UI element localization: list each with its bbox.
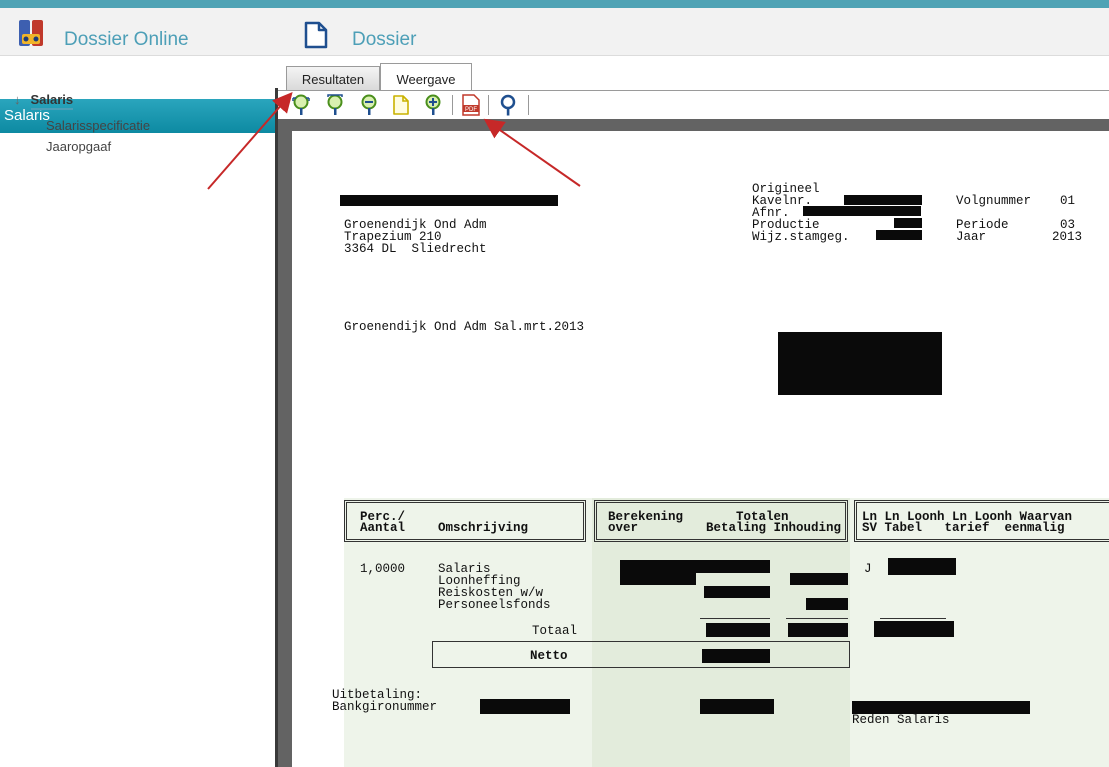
redacted-amount (788, 623, 848, 637)
redacted-amount (620, 573, 696, 585)
redacted-block (340, 195, 558, 206)
header-aantal: Aantal (360, 521, 406, 535)
toolbar-separator (488, 95, 489, 115)
section-title: Dossier (352, 29, 417, 50)
meta-right-label: Jaar (956, 230, 987, 244)
sidebar-item-salarisspecificatie[interactable]: Salarisspecificatie (46, 118, 150, 133)
redacted-amount (874, 621, 954, 637)
total-underline (700, 618, 770, 619)
redacted-block (803, 206, 921, 216)
document-subject: Groenendijk Ond Adm Sal.mrt.2013 (344, 320, 585, 334)
redacted-amount (790, 573, 848, 585)
redacted-recipient-block (778, 332, 942, 395)
totaal-label: Totaal (532, 624, 578, 638)
page-icon[interactable] (390, 94, 412, 116)
row-aantal: 1,0000 (360, 562, 406, 576)
row-omschrijving: Personeelsfonds (438, 598, 551, 612)
dossier-online-logo-icon (19, 20, 43, 46)
reden-label: Reden Salaris (852, 713, 950, 727)
total-underline (786, 618, 848, 619)
redacted-amount (702, 649, 770, 663)
zoom-fit-icon[interactable] (290, 94, 312, 116)
row-ln-sv: J (864, 562, 872, 576)
redacted-amount (704, 586, 770, 598)
meta-right-value: 2013 (1052, 230, 1083, 244)
zoom-plus-icon[interactable] (422, 94, 444, 116)
meta-label-wijz-stamgeg: Wijz.stamgeg. (752, 230, 850, 244)
sender-line: 3364 DL Sliedrecht (344, 242, 487, 256)
search-icon[interactable] (497, 94, 519, 116)
tree-root-label: Salaris (30, 92, 74, 110)
tab-resultaten[interactable]: Resultaten (286, 66, 380, 91)
redacted-block (894, 218, 922, 228)
document-icon (304, 21, 328, 49)
redacted-amount (806, 598, 848, 610)
total-underline (880, 618, 946, 619)
top-accent-stripe (0, 0, 1109, 8)
redacted-block (844, 195, 922, 205)
document-page: Origineel Kavelnr. Afnr. Productie Wijz.… (292, 131, 1109, 767)
zoom-out-icon[interactable] (358, 94, 380, 116)
app-header: Dossier Online Dossier (0, 8, 1109, 56)
meta-right-label: Volgnummer (956, 194, 1032, 208)
zoom-in-icon[interactable] (324, 94, 346, 116)
pdf-icon-label: PDF (465, 107, 477, 113)
header-omschrijving: Omschrijving (438, 521, 529, 535)
expand-arrow-icon[interactable]: ↓ (14, 92, 21, 107)
netto-label: Netto (530, 649, 568, 663)
sidebar: Salaris (0, 57, 276, 767)
netto-box (432, 641, 850, 668)
redacted-amount (706, 623, 770, 637)
redacted-block (876, 230, 922, 240)
viewer-toolbar: PDF (278, 91, 1109, 119)
sidebar-item-jaaropgaaf[interactable]: Jaaropgaaf (46, 139, 111, 154)
tab-weergave[interactable]: Weergave (380, 63, 472, 91)
toolbar-separator (528, 95, 529, 115)
meta-right-value: 01 (1060, 194, 1076, 208)
header-betaling-inhouding: Betaling Inhouding (706, 521, 842, 535)
document-viewer[interactable]: Origineel Kavelnr. Afnr. Productie Wijz.… (278, 119, 1109, 767)
redacted-amount (888, 558, 956, 575)
tree-root-salaris[interactable]: ↓ Salaris (14, 92, 74, 110)
header-sv-tabel: SV Tabel tarief eenmalig (862, 521, 1065, 535)
pdf-icon[interactable]: PDF (460, 94, 482, 116)
redacted-amount (700, 699, 774, 714)
toolbar-separator (452, 95, 453, 115)
redacted-amount (620, 560, 770, 573)
redacted-amount (480, 699, 570, 714)
header-over: over (608, 521, 639, 535)
app-title: Dossier Online (64, 29, 189, 50)
bankgiro-label: Bankgironummer (332, 700, 438, 714)
